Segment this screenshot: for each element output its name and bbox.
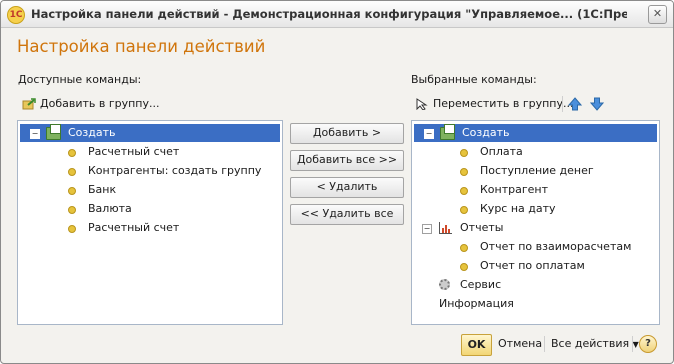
tree-item-create[interactable]: − Создать (20, 124, 280, 142)
remove-all-button[interactable]: << Удалить все (290, 204, 404, 225)
move-to-group-icon (415, 97, 429, 111)
all-actions-label: Все действия (551, 337, 630, 350)
move-to-group-label: Переместить в группу... (433, 97, 574, 110)
reports-chart-icon (439, 222, 452, 234)
list-item-label: Банк (88, 183, 117, 196)
folder-icon (440, 124, 455, 140)
toolbar-separator (562, 96, 563, 112)
move-down-icon[interactable] (589, 97, 605, 111)
command-icon (460, 149, 468, 157)
tree-item-label: Информация (439, 297, 514, 310)
remove-button[interactable]: < Удалить (290, 177, 404, 198)
command-icon (460, 244, 468, 252)
command-icon (68, 206, 76, 214)
add-to-group-button[interactable]: Добавить в группу... (22, 97, 160, 110)
close-icon: ✕ (652, 7, 663, 20)
list-item-label: Расчетный счет (88, 221, 180, 234)
tree-item-label: Создать (462, 126, 510, 139)
page-title: Настройка панели действий (17, 37, 266, 56)
tree-item-label: Создать (68, 126, 116, 139)
list-item-label: Расчетный счет (88, 145, 180, 158)
tree-item-label: Сервис (460, 278, 502, 291)
gear-icon (439, 279, 450, 290)
help-button[interactable]: ? (639, 335, 657, 353)
list-item-label: Контрагенты: создать группу (88, 164, 262, 177)
list-item-label: Отчет по взаиморасчетам (480, 240, 632, 253)
list-item-label: Контрагент (480, 183, 549, 196)
cancel-button[interactable]: Отмена (498, 334, 542, 354)
available-commands-tree[interactable]: − Создать Расчетный счет Контрагенты: со… (17, 120, 283, 325)
add-button[interactable]: Добавить > (290, 123, 404, 144)
command-icon (460, 263, 468, 271)
collapse-icon[interactable]: − (424, 129, 434, 139)
folder-icon (46, 124, 61, 140)
list-item-label: Поступление денег (480, 164, 594, 177)
add-to-group-icon (22, 97, 36, 110)
available-commands-label: Доступные команды: (18, 73, 142, 86)
collapse-icon[interactable]: − (422, 224, 432, 234)
selected-commands-tree[interactable]: − Создать Оплата Поступление денег Контр… (411, 120, 660, 325)
footer-separator (544, 336, 545, 352)
title-bar[interactable]: 1C Настройка панели действий - Демонстра… (1, 1, 673, 28)
window-title: Настройка панели действий - Демонстрацио… (31, 7, 627, 21)
list-item-label: Отчет по оплатам (480, 259, 585, 272)
selected-commands-label: Выбранные команды: (411, 73, 537, 86)
list-item-label: Валюта (88, 202, 132, 215)
command-icon (68, 168, 76, 176)
footer-separator (632, 336, 633, 352)
add-all-button[interactable]: Добавить все >> (290, 150, 404, 171)
dialog-window: 1C Настройка панели действий - Демонстра… (0, 0, 674, 364)
command-icon (460, 187, 468, 195)
command-icon (460, 168, 468, 176)
move-to-group-button[interactable]: Переместить в группу... (415, 97, 574, 111)
list-item-label: Оплата (480, 145, 523, 158)
command-icon (68, 225, 76, 233)
all-actions-button[interactable]: Все действия ▼ (551, 334, 639, 354)
tree-item-label: Отчеты (460, 221, 504, 234)
list-item-label: Курс на дату (480, 202, 556, 215)
close-button[interactable]: ✕ (648, 5, 667, 24)
1c-logo-icon[interactable]: 1C (7, 6, 25, 24)
chevron-down-icon: ▼ (632, 340, 639, 349)
command-icon (68, 187, 76, 195)
add-to-group-label: Добавить в группу... (40, 97, 160, 110)
collapse-icon[interactable]: − (30, 129, 40, 139)
move-up-icon[interactable] (567, 97, 583, 111)
ok-button[interactable]: OK (461, 334, 492, 356)
tree-item-create[interactable]: − Создать (414, 124, 657, 142)
command-icon (460, 206, 468, 214)
command-icon (68, 149, 76, 157)
